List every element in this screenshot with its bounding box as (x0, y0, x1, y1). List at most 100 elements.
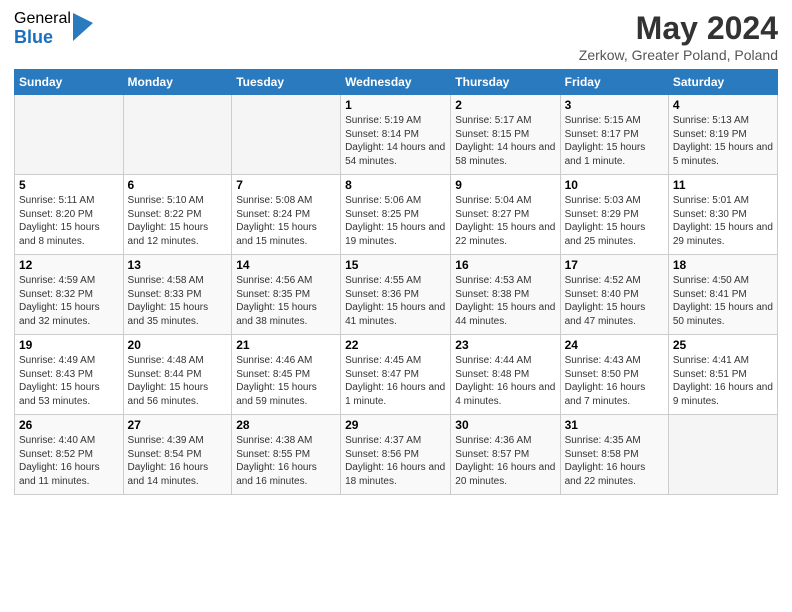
logo-text: General Blue (14, 10, 71, 47)
day-number: 11 (673, 178, 773, 192)
day-info: Sunrise: 4:40 AMSunset: 8:52 PMDaylight:… (19, 434, 119, 488)
day-number: 25 (673, 338, 773, 352)
day-info: Sunrise: 5:19 AMSunset: 8:14 PMDaylight:… (345, 114, 446, 168)
logo-blue: Blue (14, 28, 71, 48)
day-number: 14 (236, 258, 336, 272)
day-number: 19 (19, 338, 119, 352)
day-info: Sunrise: 4:56 AMSunset: 8:35 PMDaylight:… (236, 274, 336, 328)
day-info: Sunrise: 5:13 AMSunset: 8:19 PMDaylight:… (673, 114, 773, 168)
table-row (232, 95, 341, 175)
calendar-week-row: 12Sunrise: 4:59 AMSunset: 8:32 PMDayligh… (15, 255, 778, 335)
col-sunday: Sunday (15, 70, 124, 95)
day-info: Sunrise: 5:06 AMSunset: 8:25 PMDaylight:… (345, 194, 446, 248)
day-info: Sunrise: 4:35 AMSunset: 8:58 PMDaylight:… (565, 434, 664, 488)
day-info: Sunrise: 4:55 AMSunset: 8:36 PMDaylight:… (345, 274, 446, 328)
day-info: Sunrise: 4:41 AMSunset: 8:51 PMDaylight:… (673, 354, 773, 408)
day-info: Sunrise: 4:39 AMSunset: 8:54 PMDaylight:… (128, 434, 228, 488)
day-info: Sunrise: 4:46 AMSunset: 8:45 PMDaylight:… (236, 354, 336, 408)
logo: General Blue (14, 10, 93, 47)
table-row: 24 Sunrise: 4:43 AMSunset: 8:50 PMDayligh… (560, 335, 668, 415)
day-number: 4 (673, 98, 773, 112)
calendar-table: Sunday Monday Tuesday Wednesday Thursday… (14, 69, 778, 495)
table-row: 20 Sunrise: 4:48 AMSunset: 8:44 PMDayligh… (123, 335, 232, 415)
calendar-week-row: 5 Sunrise: 5:11 AMSunset: 8:20 PMDaylight… (15, 175, 778, 255)
header: General Blue May 2024 Zerkow, Greater Po… (14, 10, 778, 63)
day-info: Sunrise: 4:36 AMSunset: 8:57 PMDaylight:… (455, 434, 555, 488)
day-number: 7 (236, 178, 336, 192)
table-row: 7Sunrise: 5:08 AMSunset: 8:24 PMDaylight… (232, 175, 341, 255)
day-number: 30 (455, 418, 555, 432)
day-info: Sunrise: 5:15 AMSunset: 8:17 PMDaylight:… (565, 114, 664, 168)
day-info: Sunrise: 5:01 AMSunset: 8:30 PMDaylight:… (673, 194, 773, 248)
day-number: 3 (565, 98, 664, 112)
day-info: Sunrise: 4:49 AMSunset: 8:43 PMDaylight:… (19, 354, 119, 408)
calendar-week-row: 1 Sunrise: 5:19 AMSunset: 8:14 PMDaylight… (15, 95, 778, 175)
table-row: 27 Sunrise: 4:39 AMSunset: 8:54 PMDayligh… (123, 415, 232, 495)
day-number: 24 (565, 338, 664, 352)
day-info: Sunrise: 4:45 AMSunset: 8:47 PMDaylight:… (345, 354, 446, 408)
day-info: Sunrise: 4:43 AMSunset: 8:50 PMDaylight:… (565, 354, 664, 408)
day-number: 27 (128, 418, 228, 432)
col-friday: Friday (560, 70, 668, 95)
day-number: 16 (455, 258, 555, 272)
col-tuesday: Tuesday (232, 70, 341, 95)
table-row (123, 95, 232, 175)
day-number: 26 (19, 418, 119, 432)
day-info: Sunrise: 4:48 AMSunset: 8:44 PMDaylight:… (128, 354, 228, 408)
day-info: Sunrise: 4:53 AMSunset: 8:38 PMDaylight:… (455, 274, 555, 328)
day-number: 2 (455, 98, 555, 112)
table-row: 22 Sunrise: 4:45 AMSunset: 8:47 PMDayligh… (341, 335, 451, 415)
page: General Blue May 2024 Zerkow, Greater Po… (0, 0, 792, 612)
table-row: 19 Sunrise: 4:49 AMSunset: 8:43 PMDayligh… (15, 335, 124, 415)
calendar-header-row: Sunday Monday Tuesday Wednesday Thursday… (15, 70, 778, 95)
table-row: 13Sunrise: 4:58 AMSunset: 8:33 PMDayligh… (123, 255, 232, 335)
calendar-week-row: 26 Sunrise: 4:40 AMSunset: 8:52 PMDayligh… (15, 415, 778, 495)
day-info: Sunrise: 5:10 AMSunset: 8:22 PMDaylight:… (128, 194, 228, 248)
day-number: 17 (565, 258, 664, 272)
table-row: 10Sunrise: 5:03 AMSunset: 8:29 PMDayligh… (560, 175, 668, 255)
table-row: 25 Sunrise: 4:41 AMSunset: 8:51 PMDayligh… (668, 335, 777, 415)
table-row: 2 Sunrise: 5:17 AMSunset: 8:15 PMDaylight… (451, 95, 560, 175)
col-wednesday: Wednesday (341, 70, 451, 95)
day-number: 23 (455, 338, 555, 352)
day-number: 5 (19, 178, 119, 192)
subtitle: Zerkow, Greater Poland, Poland (579, 47, 778, 63)
table-row (668, 415, 777, 495)
table-row: 9Sunrise: 5:04 AMSunset: 8:27 PMDaylight… (451, 175, 560, 255)
table-row: 8 Sunrise: 5:06 AMSunset: 8:25 PMDaylight… (341, 175, 451, 255)
logo-general: General (14, 10, 71, 28)
day-number: 8 (345, 178, 446, 192)
day-info: Sunrise: 5:11 AMSunset: 8:20 PMDaylight:… (19, 194, 119, 248)
col-monday: Monday (123, 70, 232, 95)
table-row: 4 Sunrise: 5:13 AMSunset: 8:19 PMDaylight… (668, 95, 777, 175)
table-row: 1 Sunrise: 5:19 AMSunset: 8:14 PMDaylight… (341, 95, 451, 175)
table-row: 11 Sunrise: 5:01 AMSunset: 8:30 PMDayligh… (668, 175, 777, 255)
day-number: 20 (128, 338, 228, 352)
day-info: Sunrise: 4:37 AMSunset: 8:56 PMDaylight:… (345, 434, 446, 488)
day-info: Sunrise: 5:04 AMSunset: 8:27 PMDaylight:… (455, 194, 555, 248)
day-info: Sunrise: 4:38 AMSunset: 8:55 PMDaylight:… (236, 434, 336, 488)
calendar-week-row: 19 Sunrise: 4:49 AMSunset: 8:43 PMDayligh… (15, 335, 778, 415)
table-row: 16 Sunrise: 4:53 AMSunset: 8:38 PMDayligh… (451, 255, 560, 335)
day-info: Sunrise: 5:17 AMSunset: 8:15 PMDaylight:… (455, 114, 555, 168)
col-saturday: Saturday (668, 70, 777, 95)
day-info: Sunrise: 4:52 AMSunset: 8:40 PMDaylight:… (565, 274, 664, 328)
table-row: 3 Sunrise: 5:15 AMSunset: 8:17 PMDaylight… (560, 95, 668, 175)
main-title: May 2024 (579, 10, 778, 47)
day-number: 10 (565, 178, 664, 192)
day-number: 22 (345, 338, 446, 352)
day-number: 31 (565, 418, 664, 432)
day-info: Sunrise: 4:44 AMSunset: 8:48 PMDaylight:… (455, 354, 555, 408)
table-row: 28Sunrise: 4:38 AMSunset: 8:55 PMDayligh… (232, 415, 341, 495)
table-row: 17 Sunrise: 4:52 AMSunset: 8:40 PMDayligh… (560, 255, 668, 335)
logo-icon (73, 13, 93, 41)
day-number: 1 (345, 98, 446, 112)
table-row: 15 Sunrise: 4:55 AMSunset: 8:36 PMDayligh… (341, 255, 451, 335)
col-thursday: Thursday (451, 70, 560, 95)
day-number: 15 (345, 258, 446, 272)
day-number: 21 (236, 338, 336, 352)
table-row: 21 Sunrise: 4:46 AMSunset: 8:45 PMDayligh… (232, 335, 341, 415)
table-row: 6Sunrise: 5:10 AMSunset: 8:22 PMDaylight… (123, 175, 232, 255)
day-info: Sunrise: 4:50 AMSunset: 8:41 PMDaylight:… (673, 274, 773, 328)
table-row: 29Sunrise: 4:37 AMSunset: 8:56 PMDayligh… (341, 415, 451, 495)
